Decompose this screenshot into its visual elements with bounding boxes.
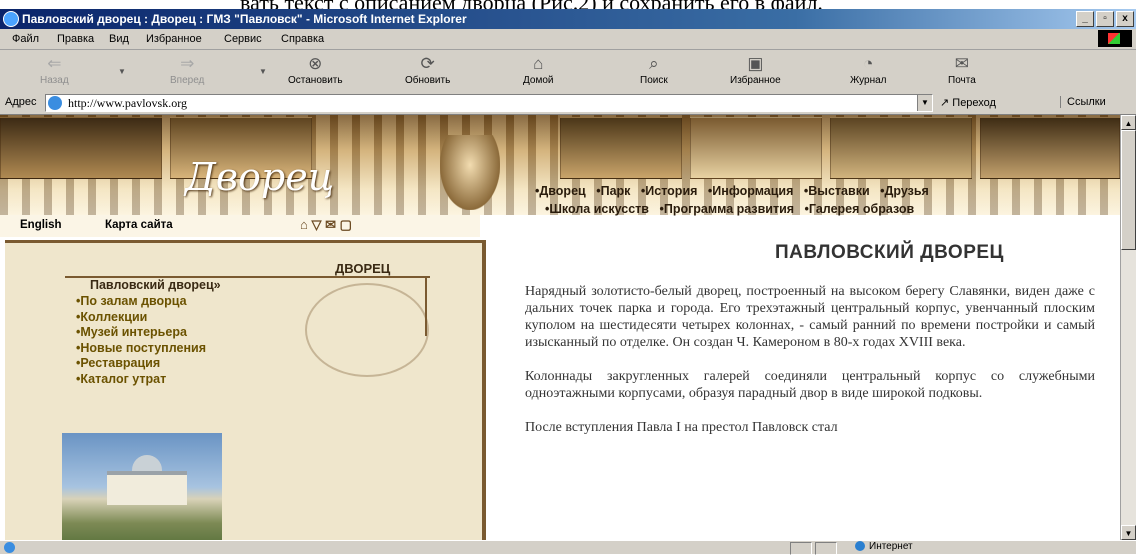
history-icon: ◔ — [863, 54, 874, 73]
scroll-thumb[interactable] — [1121, 130, 1136, 250]
page-content: Дворец •Дворец •Парк •История •Информаци… — [0, 115, 1120, 540]
stop-icon: ⊗ — [308, 54, 323, 73]
sitemap-link[interactable]: Карта сайта — [105, 219, 173, 231]
address-input[interactable]: http://www.pavlovsk.org ▼ — [45, 94, 933, 112]
menu-file[interactable]: Файл — [12, 33, 39, 45]
article-paragraph: После вступления Павла I на престол Павл… — [525, 420, 838, 435]
page-title: ПАВЛОВСКИЙ ДВОРЕЦ — [775, 242, 1004, 263]
utility-icons[interactable]: ⌂ ▽ ✉ ▢ — [300, 217, 352, 233]
search-button[interactable]: ⌕ Поиск — [640, 53, 668, 86]
menu-tools[interactable]: Сервис — [224, 33, 262, 45]
nav-link-palace[interactable]: •Дворец — [535, 184, 586, 198]
menu-help[interactable]: Справка — [281, 33, 324, 45]
banner-photo — [0, 117, 162, 179]
left-menu-panel: ДВОРЕЦ Павловский дворец» •По залам двор… — [5, 240, 486, 540]
page-status-icon — [4, 542, 15, 553]
internet-globe-icon — [855, 541, 865, 552]
panel-heading[interactable]: Павловский дворец» — [90, 278, 221, 292]
search-icon: ⌕ — [649, 54, 659, 73]
banner-photo — [560, 117, 682, 179]
menu-bar: Файл Правка Вид Избранное Сервис Справка — [0, 29, 1136, 50]
nav-link-art-school[interactable]: •Школа искусств — [545, 202, 649, 216]
menu-item-halls[interactable]: •По залам дворца — [76, 294, 206, 310]
ornament-decoration — [305, 283, 429, 377]
zone-label: Интернет — [869, 541, 913, 552]
favorites-icon: ▣ — [747, 54, 764, 73]
close-button[interactable]: x — [1116, 11, 1134, 27]
links-button[interactable]: Ссылки — [1060, 96, 1106, 108]
mail-icon: ✉ — [954, 54, 970, 73]
home-icon: ⌂ — [533, 54, 544, 73]
forward-button[interactable]: ⇒ Вперед — [170, 53, 204, 86]
forward-arrow-icon: ⇒ — [180, 54, 195, 73]
nav-link-exhibitions[interactable]: •Выставки — [804, 184, 870, 198]
nav-link-gallery[interactable]: •Галерея образов — [805, 202, 915, 216]
forward-dropdown-icon[interactable]: ▼ — [259, 67, 267, 76]
status-cell — [815, 542, 837, 555]
panel-title: ДВОРЕЦ — [335, 261, 391, 276]
menu-item-interior-museum[interactable]: •Музей интерьера — [76, 325, 206, 341]
toolbar: ⇐ Назад ▼ ⇒ Вперед ▼ ⊗ Остановить ⟳ Обновить… — [0, 50, 1136, 93]
nav-link-history[interactable]: •История — [641, 184, 698, 198]
cupid-statue-image — [440, 135, 500, 210]
nav-link-info[interactable]: •Информация — [708, 184, 794, 198]
section-menu: •По залам дворца •Коллекции •Музей интер… — [76, 294, 206, 387]
back-button[interactable]: ⇐ Назад — [40, 53, 69, 86]
menu-favorites[interactable]: Избранное — [146, 33, 202, 45]
main-nav-row1: •Дворец •Парк •История •Информация •Выст… — [535, 184, 936, 198]
menu-item-collections[interactable]: •Коллекции — [76, 310, 206, 326]
article-paragraph: Нарядный золотисто-белый дворец, построе… — [525, 284, 1095, 350]
menu-edit[interactable]: Правка — [57, 33, 94, 45]
menu-item-restoration[interactable]: •Реставрация — [76, 356, 206, 372]
address-label: Адрес — [5, 96, 37, 108]
window-title: Павловский дворец : Дворец : ГМЗ "Павлов… — [22, 12, 467, 26]
go-button[interactable]: ↗ Переход — [940, 96, 996, 109]
home-button[interactable]: ⌂ Домой — [523, 53, 553, 86]
menu-item-lost-catalog[interactable]: •Каталог утрат — [76, 372, 206, 388]
mail-button[interactable]: ✉ Почта — [948, 53, 976, 86]
scroll-up-icon[interactable]: ▲ — [1121, 115, 1136, 130]
nav-link-development[interactable]: •Программа развития — [659, 202, 794, 216]
address-dropdown-icon[interactable]: ▼ — [917, 95, 932, 111]
panel-divider — [425, 276, 427, 336]
nav-link-park[interactable]: •Парк — [596, 184, 630, 198]
maximize-button[interactable]: ▫ — [1096, 11, 1114, 27]
favorites-button[interactable]: ▣ Избранное — [730, 53, 781, 86]
refresh-icon: ⟳ — [420, 54, 435, 73]
article-paragraph: Колоннады закругленных галерей соединяли… — [525, 369, 1095, 401]
stop-button[interactable]: ⊗ Остановить — [288, 53, 343, 86]
article-text: Нарядный золотисто-белый дворец, построе… — [525, 283, 1095, 453]
go-label: Переход — [952, 97, 996, 109]
page-favicon-icon — [48, 96, 62, 110]
banner-photo — [690, 117, 822, 179]
menu-view[interactable]: Вид — [109, 33, 129, 45]
address-bar: Адрес http://www.pavlovsk.org ▼ ↗ Перехо… — [0, 92, 1136, 115]
english-link[interactable]: English — [20, 219, 62, 231]
status-bar: Интернет — [0, 540, 1136, 555]
banner-photo — [830, 117, 972, 179]
nav-link-friends[interactable]: •Друзья — [880, 184, 929, 198]
site-banner: Дворец •Дворец •Парк •История •Информаци… — [0, 115, 1120, 216]
ie-icon — [3, 11, 19, 27]
menu-item-new-acquisitions[interactable]: •Новые поступления — [76, 341, 206, 357]
status-cell — [790, 542, 812, 555]
minimize-button[interactable]: _ — [1076, 11, 1094, 27]
back-arrow-icon: ⇐ — [47, 54, 62, 73]
palace-photo — [62, 433, 222, 540]
back-dropdown-icon[interactable]: ▼ — [118, 67, 126, 76]
history-button[interactable]: ◔ Журнал — [850, 53, 887, 86]
banner-photo — [980, 117, 1120, 179]
vertical-scrollbar[interactable]: ▲ ▼ — [1120, 115, 1136, 540]
main-nav-row2: •Школа искусств •Программа развития •Гал… — [545, 202, 921, 216]
go-arrow-icon: ↗ — [940, 97, 950, 109]
scroll-down-icon[interactable]: ▼ — [1121, 525, 1136, 540]
refresh-button[interactable]: ⟳ Обновить — [405, 53, 450, 86]
site-logo[interactable]: Дворец — [185, 155, 334, 199]
address-url[interactable]: http://www.pavlovsk.org — [68, 96, 187, 111]
window-titlebar[interactable]: Павловский дворец : Дворец : ГМЗ "Павлов… — [0, 9, 1136, 29]
windows-logo-icon — [1098, 30, 1132, 47]
utility-row: English Карта сайта ⌂ ▽ ✉ ▢ — [0, 215, 480, 237]
security-zone: Интернет — [855, 541, 913, 552]
